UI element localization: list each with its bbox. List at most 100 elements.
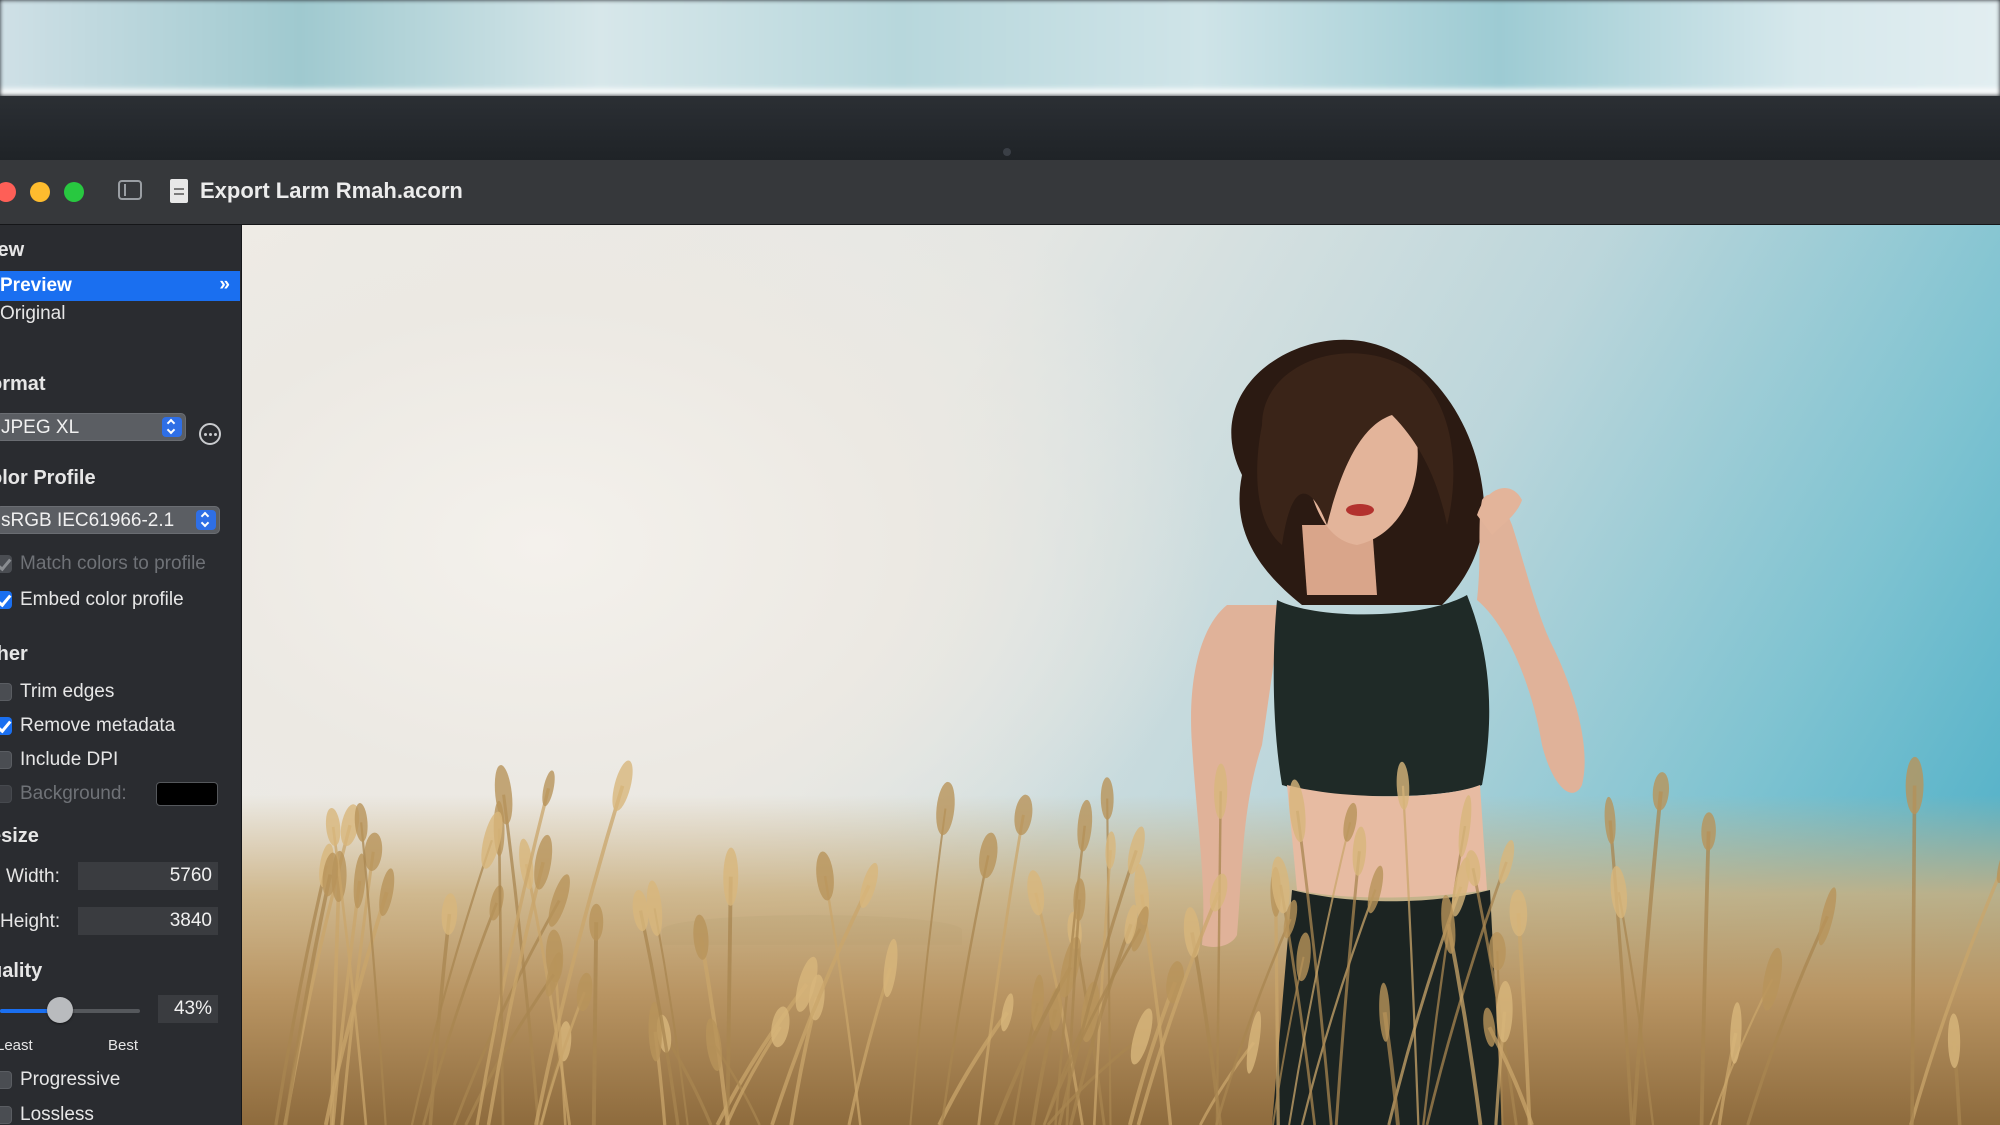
width-field[interactable]: 5760: [78, 862, 218, 890]
wheat-stalk: [1909, 869, 2000, 1125]
screen-bezel: [0, 96, 2000, 160]
wheat-stalk: [1608, 820, 1634, 1125]
background-label: Background:: [20, 783, 127, 804]
sidebar-toggle-icon[interactable]: [118, 180, 142, 200]
background-color-well[interactable]: [156, 782, 218, 806]
quality-slider-thumb[interactable]: [47, 997, 74, 1023]
embed-profile-checkbox[interactable]: [0, 591, 12, 609]
format-value: JPEG XL: [1, 417, 80, 438]
wheat-stalk: [1334, 851, 1361, 1125]
include-dpi-checkbox[interactable]: [0, 751, 12, 769]
wheat-stalk: [1746, 915, 1829, 1125]
wheat-head: [1701, 812, 1716, 851]
wheat-head: [816, 851, 834, 901]
wheat-head: [1209, 873, 1228, 912]
wheat-head: [441, 893, 458, 935]
trim-edges-label: Trim edges: [20, 681, 115, 702]
height-value: 3840: [169, 910, 212, 931]
wheat-head: [1127, 826, 1145, 875]
wheat-head: [1604, 796, 1616, 845]
wheat-stalk: [591, 922, 599, 1125]
wheat-head: [1352, 826, 1367, 876]
wheat-head: [1073, 878, 1086, 921]
wheat-stalk: [1136, 891, 1221, 1125]
wheat-stalk: [410, 839, 493, 1125]
close-button[interactable]: [0, 182, 16, 202]
height-field[interactable]: 3840: [78, 907, 218, 935]
wheat-head: [1610, 866, 1628, 919]
wheat-head: [936, 781, 955, 836]
wheat-stalk: [1401, 785, 1420, 1125]
match-colors-label: Match colors to profile: [20, 553, 206, 574]
wheat-head: [1130, 1008, 1153, 1065]
maximize-button[interactable]: [64, 182, 84, 202]
wheat-head: [1105, 831, 1116, 869]
wheat-head: [576, 972, 593, 1012]
progressive-label: Progressive: [20, 1069, 121, 1090]
quality-heading: uality: [0, 960, 43, 982]
wheat-head: [1762, 947, 1783, 1011]
wheat-head: [542, 770, 555, 807]
wheat-head: [979, 832, 998, 879]
view-item-label: Preview: [0, 275, 72, 296]
minimize-button[interactable]: [30, 182, 50, 202]
trim-edges-checkbox[interactable]: [0, 683, 12, 701]
chevron-updown-icon: [162, 417, 182, 437]
wheat-head: [1296, 932, 1311, 982]
lossless-checkbox[interactable]: [0, 1106, 12, 1124]
chevron-updown-icon: [196, 510, 216, 530]
quality-field[interactable]: 43%: [158, 995, 218, 1023]
wheat-stalk: [497, 828, 505, 1125]
wheat-head: [1367, 865, 1384, 914]
export-sidebar: iew Preview » Original ormat JPEG XL olo…: [0, 225, 242, 1125]
height-label: Height:: [0, 911, 61, 932]
quality-value: 43%: [173, 998, 212, 1019]
match-colors-checkbox[interactable]: [0, 555, 12, 573]
window-title: Export Larm Rmah.acorn: [200, 178, 463, 203]
wheat-head: [1246, 1011, 1262, 1074]
view-item-original[interactable]: Original: [0, 303, 65, 325]
wheat-head: [1818, 887, 1837, 946]
view-item-preview[interactable]: Preview »: [0, 271, 240, 301]
wheat-head: [1652, 772, 1670, 811]
color-profile-value: sRGB IEC61966-2.1: [1, 510, 175, 531]
camera-dot: [1003, 148, 1011, 156]
wheat-head: [1100, 777, 1114, 820]
ellipsis-circle-icon[interactable]: [199, 423, 221, 445]
view-heading: iew: [0, 239, 25, 261]
document-icon: [170, 179, 188, 203]
include-dpi-label: Include DPI: [20, 749, 119, 770]
wheat-head: [1379, 982, 1391, 1042]
wheat-stalk: [725, 876, 733, 1125]
wheat-stalk: [274, 865, 328, 1125]
format-popup[interactable]: JPEG XL: [0, 413, 186, 441]
remove-metadata-label: Remove metadata: [20, 715, 176, 736]
desktop-backdrop: [0, 0, 2000, 96]
embed-profile-label: Embed color profile: [20, 589, 184, 610]
background-checkbox[interactable]: [0, 785, 12, 803]
wheat-head: [1031, 974, 1044, 1032]
wheat-stalk: [1699, 831, 1711, 1125]
wheat-head: [325, 807, 341, 847]
wheat-stalk: [1215, 791, 1222, 1125]
image-preview[interactable]: [242, 225, 2000, 1125]
wheat-head: [612, 760, 633, 812]
wheat-head: [723, 847, 739, 906]
width-label: Width:: [6, 866, 60, 887]
color-profile-popup[interactable]: sRGB IEC61966-2.1: [0, 506, 220, 534]
progressive-checkbox[interactable]: [0, 1071, 12, 1089]
other-heading: ther: [0, 643, 28, 665]
wheat-head: [1077, 799, 1093, 852]
wheat-head: [1183, 907, 1201, 958]
remove-metadata-checkbox[interactable]: [0, 717, 12, 735]
resize-heading: esize: [0, 825, 39, 847]
wheat-stalk: [1910, 785, 1917, 1125]
wheat-head: [1001, 993, 1014, 1032]
wheat-head: [1498, 840, 1515, 884]
wheat-head: [489, 885, 504, 921]
export-window: Export Larm Rmah.acorn iew Preview » Ori…: [0, 160, 2000, 1125]
wheat-head: [1996, 844, 2000, 884]
wheat-stalk: [1198, 1041, 1256, 1125]
lossless-label: Lossless: [20, 1104, 94, 1125]
wheat-grass: [274, 756, 2000, 1125]
